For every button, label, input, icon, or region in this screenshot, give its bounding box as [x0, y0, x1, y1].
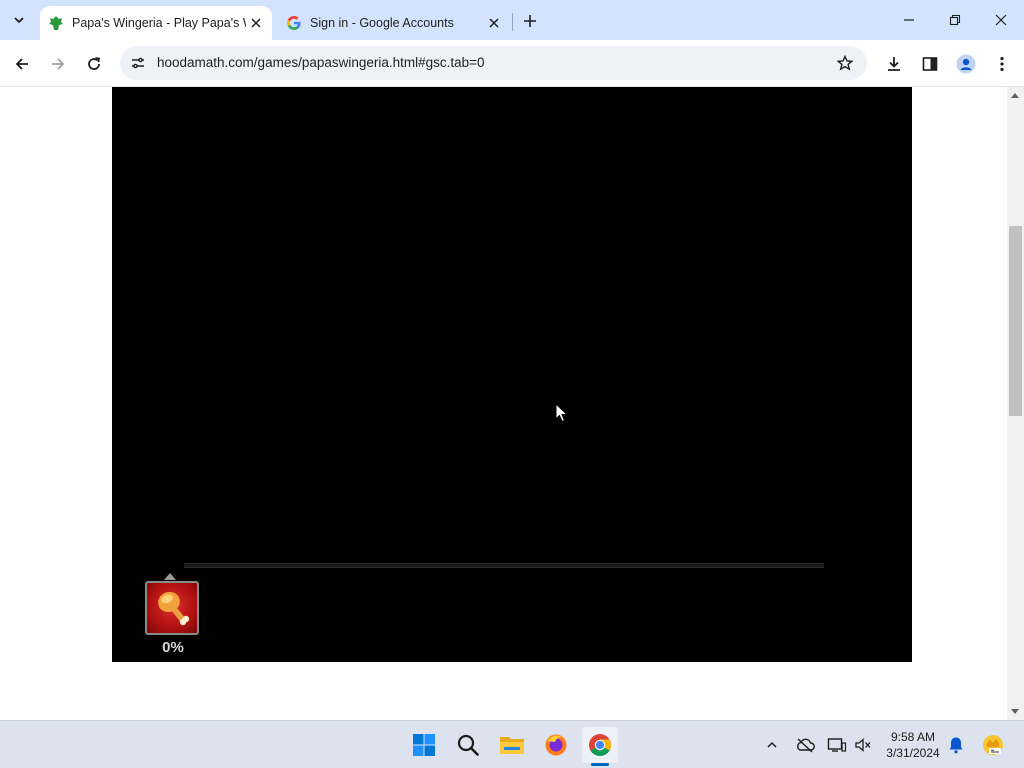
display-icon[interactable]	[825, 733, 849, 757]
tab-google-sign-in[interactable]: Sign in - Google Accounts	[278, 6, 510, 40]
plus-icon	[524, 15, 536, 27]
hooda-math-icon	[48, 15, 64, 31]
widgets-weather-icon[interactable]	[979, 733, 1007, 757]
arrow-right-icon	[52, 58, 65, 70]
search-icon[interactable]	[450, 727, 486, 763]
star-icon	[837, 55, 853, 71]
back-button[interactable]	[8, 50, 36, 78]
url-text[interactable]: hoodamath.com/games/papaswingeria.html#g…	[157, 55, 485, 70]
onedrive-offline-icon[interactable]	[793, 733, 817, 757]
notification-bell-icon[interactable]	[944, 733, 968, 757]
chevron-down-icon	[14, 17, 24, 24]
side-panel-button[interactable]	[916, 50, 944, 78]
loading-percent: 0%	[162, 639, 184, 656]
active-app-indicator	[591, 763, 609, 766]
scroll-down-arrow[interactable]	[1011, 709, 1019, 714]
bookmark-star-button[interactable]	[835, 53, 855, 73]
profile-button[interactable]	[952, 50, 980, 78]
page-content: 0%	[0, 87, 1007, 720]
minimize-icon	[904, 19, 914, 21]
avatar-icon	[956, 54, 976, 74]
more-vertical-icon	[1000, 56, 1004, 72]
loading-progress-marker	[164, 573, 176, 580]
forward-button[interactable]	[44, 50, 72, 78]
google-icon	[286, 15, 302, 31]
side-panel-icon	[922, 57, 938, 71]
file-explorer-icon[interactable]	[494, 727, 530, 763]
clock-time: 9:58 AM	[890, 730, 936, 744]
scroll-up-arrow[interactable]	[1011, 93, 1019, 98]
reload-icon	[88, 57, 101, 70]
reload-button[interactable]	[80, 50, 108, 78]
volume-muted-icon[interactable]	[851, 733, 875, 757]
tab-strip: Papa's Wingeria - Play Papa's Wingeria S…	[0, 0, 1024, 40]
windows-taskbar: 9:58 AM 3/31/2024	[0, 720, 1024, 768]
page-scrollbar[interactable]	[1007, 87, 1024, 720]
tab-papas-wingeria[interactable]: Papa's Wingeria - Play Papa's Wingeria	[40, 6, 272, 40]
minimize-button[interactable]	[886, 0, 932, 40]
tab-title: Papa's Wingeria - Play Papa's Wingeria	[72, 16, 246, 30]
clock-date: 3/31/2024	[886, 746, 940, 760]
address-bar[interactable]: hoodamath.com/games/papaswingeria.html#g…	[120, 46, 867, 80]
tab-divider	[512, 13, 513, 31]
tab-title: Sign in - Google Accounts	[310, 16, 454, 30]
downloads-button[interactable]	[880, 50, 908, 78]
restore-button[interactable]	[932, 0, 978, 40]
close-icon	[995, 14, 1007, 26]
chrome-icon[interactable]	[582, 727, 618, 763]
chevron-up-icon[interactable]	[760, 733, 784, 757]
close-tab-button[interactable]	[246, 13, 266, 33]
arrow-left-icon	[15, 58, 28, 70]
chicken-wing-icon	[145, 581, 199, 635]
close-icon	[251, 18, 261, 28]
close-window-button[interactable]	[978, 0, 1024, 40]
menu-button[interactable]	[988, 50, 1016, 78]
new-tab-button[interactable]	[518, 9, 542, 33]
close-tab-button[interactable]	[484, 13, 504, 33]
download-icon	[888, 57, 900, 71]
game-canvas[interactable]: 0%	[112, 87, 912, 662]
system-clock[interactable]: 9:58 AM 3/31/2024	[880, 729, 946, 761]
tab-search-button[interactable]	[6, 8, 32, 32]
browser-toolbar: hoodamath.com/games/papaswingeria.html#g…	[0, 40, 1024, 87]
site-info-icon[interactable]	[128, 53, 148, 73]
restore-icon	[949, 14, 961, 26]
loading-progress-track	[184, 563, 824, 568]
windows-start-icon[interactable]	[406, 727, 442, 763]
close-icon	[489, 18, 499, 28]
firefox-icon[interactable]	[538, 727, 574, 763]
mouse-cursor-icon	[555, 403, 569, 423]
scroll-thumb[interactable]	[1009, 226, 1022, 416]
